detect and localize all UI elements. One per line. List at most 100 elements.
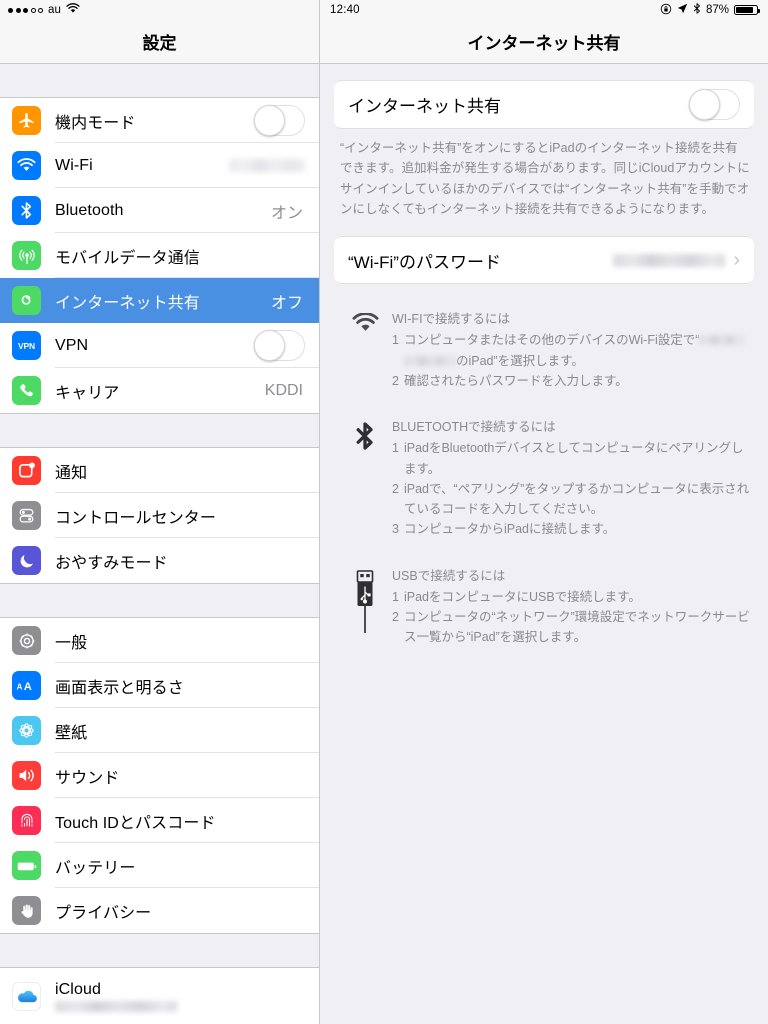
sidebar-item-sounds[interactable]: サウンド <box>0 753 319 798</box>
wifi-network-name-redacted <box>229 159 305 172</box>
sidebar-item-general[interactable]: 一般 <box>0 618 319 663</box>
sidebar-item-label: コントロールセンター <box>55 509 217 527</box>
sidebar-item-label: キャリア <box>55 384 120 402</box>
instructions-heading: USBで接続するには <box>392 568 506 583</box>
sidebar-item-bluetooth[interactable]: Bluetooth オン <box>0 188 319 233</box>
cellular-icon <box>12 241 41 270</box>
sidebar-item-icloud[interactable]: iCloud <box>0 968 319 1024</box>
notifications-icon <box>12 456 41 485</box>
internet-sharing-row[interactable]: インターネット共有 <box>334 80 754 129</box>
vpn-toggle[interactable] <box>254 330 305 361</box>
wifi-password-label: “Wi-Fi”のパスワード <box>348 252 501 272</box>
sidebar-item-notifications[interactable]: 通知 <box>0 448 319 493</box>
instruction-step: 2 コンピュータの“ネットワーク”環境設定でネットワークサービス一覧から“iPa… <box>392 607 750 648</box>
step-text: 確認されたらパスワードを入力します。 <box>403 373 628 388</box>
step-number: 2 <box>392 373 399 388</box>
step-number: 2 <box>392 481 399 496</box>
detail-pane: 12:40 87% インターネット共有 インターネット共有 “インターネット共有… <box>320 0 768 1024</box>
sound-icon <box>12 761 41 790</box>
rotation-lock-icon <box>660 3 672 18</box>
sidebar-item-label: 通知 <box>55 464 88 482</box>
step-number: 1 <box>392 333 399 348</box>
sidebar-item-touch-id-passcode[interactable]: Touch IDとパスコード <box>0 798 319 843</box>
display-brightness-icon: AA <box>12 671 41 700</box>
internet-sharing-description: “インターネット共有”をオンにするとiPadのインターネット接続を共有できます。… <box>340 141 750 216</box>
sidebar-item-wallpaper[interactable]: 壁紙 <box>0 708 319 753</box>
step-text: コンピュータの“ネットワーク”環境設定でネットワークサービス一覧から“iPad”… <box>403 610 750 645</box>
sidebar-list[interactable]: 機内モード Wi-Fi Bluetooth オン モバイルデータ通信 インターネ… <box>0 64 319 1024</box>
instructions-wifi: WI-FIで接続するには 1 コンピュータまたはその他のデバイスのWi-Fi設定… <box>334 309 754 391</box>
sidebar-item-display-brightness[interactable]: AA 画面表示と明るさ <box>0 663 319 708</box>
clock: 12:40 <box>330 4 360 16</box>
sidebar-item-label: Wi-Fi <box>55 156 93 174</box>
icloud-icon <box>12 982 41 1011</box>
wifi-icon <box>338 309 392 391</box>
sidebar-item-label: Bluetooth <box>55 201 124 219</box>
sidebar-title: 設定 <box>0 20 319 64</box>
sidebar-item-label: インターネット共有 <box>55 294 200 312</box>
touch-id-icon <box>12 806 41 835</box>
instructions-wifi-text: WI-FIで接続するには 1 コンピュータまたはその他のデバイスのWi-Fi設定… <box>392 309 750 391</box>
instructions-bluetooth-text: BLUETOOTHで接続するには 1 iPadをBluetoothデバイスとして… <box>392 417 750 540</box>
sidebar-item-label: サウンド <box>55 769 120 787</box>
detail-content: インターネット共有 “インターネット共有”をオンにするとiPadのインターネット… <box>320 64 768 1024</box>
signal-strength-icon <box>8 7 43 13</box>
internet-sharing-toggle[interactable] <box>689 89 740 120</box>
sidebar-item-cellular-data[interactable]: モバイルデータ通信 <box>0 233 319 278</box>
instruction-step: 1 iPadをコンピュータにUSBで接続します。 <box>392 587 750 607</box>
settings-sidebar: au 設定 機内モード Wi-Fi Bluetooth オン モバイルデータ通信… <box>0 0 320 1024</box>
chevron-right-icon: › <box>733 249 740 271</box>
phone-icon <box>12 376 41 405</box>
usb-cable-icon <box>338 566 392 648</box>
wifi-password-row[interactable]: “Wi-Fi”のパスワード › <box>334 236 754 284</box>
group-spacer <box>0 64 319 98</box>
instructions-bluetooth: BLUETOOTHで接続するには 1 iPadをBluetoothデバイスとして… <box>334 417 754 540</box>
gear-icon <box>12 626 41 655</box>
sidebar-item-battery[interactable]: バッテリー <box>0 843 319 888</box>
device-name-redacted-2 <box>403 355 456 366</box>
sidebar-item-label: 一般 <box>55 634 88 652</box>
step-number: 1 <box>392 441 399 456</box>
wallpaper-icon <box>12 716 41 745</box>
sidebar-item-do-not-disturb[interactable]: おやすみモード <box>0 538 319 583</box>
carrier-name: au <box>48 4 61 16</box>
sidebar-item-label: VPN <box>55 336 89 354</box>
step-number: 2 <box>392 610 399 624</box>
device-name-redacted <box>699 335 744 346</box>
bluetooth-icon <box>12 196 41 225</box>
sidebar-item-airplane-mode[interactable]: 機内モード <box>0 98 319 143</box>
sidebar-item-wifi[interactable]: Wi-Fi <box>0 143 319 188</box>
status-icons: 87% <box>660 2 760 18</box>
instructions-usb-text: USBで接続するには 1 iPadをコンピュータにUSBで接続します。 2 コン… <box>392 566 750 648</box>
bluetooth-state-value: オン <box>270 204 303 222</box>
battery-percent-label: 87% <box>705 4 729 16</box>
battery-icon <box>734 4 760 16</box>
wifi-icon <box>12 151 41 180</box>
sidebar-item-carrier[interactable]: キャリア KDDI <box>0 368 319 413</box>
sidebar-item-label: 壁紙 <box>55 724 88 742</box>
group-spacer <box>0 413 319 448</box>
airplane-mode-toggle[interactable] <box>254 105 305 136</box>
instruction-step: 3 コンピュータからiPadに接続します。 <box>392 519 750 539</box>
sidebar-item-label: 画面表示と明るさ <box>55 679 184 697</box>
bluetooth-icon <box>693 2 701 18</box>
wifi-password-value-redacted <box>613 253 726 267</box>
step-text: iPadをBluetoothデバイスとしてコンピュータにペアリングします。 <box>403 441 744 476</box>
hotspot-state-value: オフ <box>270 294 303 312</box>
step-number: 1 <box>392 589 399 604</box>
do-not-disturb-icon <box>12 546 41 575</box>
sidebar-item-label: iCloud <box>55 981 101 998</box>
ipad-settings-screen: au 設定 機内モード Wi-Fi Bluetooth オン モバイルデータ通信… <box>0 0 768 1024</box>
group-spacer <box>0 933 319 968</box>
internet-sharing-label: インターネット共有 <box>348 97 501 116</box>
detail-title: インターネット共有 <box>320 20 768 64</box>
step-text: コンピュータからiPadに接続します。 <box>403 522 616 537</box>
sidebar-item-label: バッテリー <box>55 859 136 877</box>
group-spacer <box>0 583 319 618</box>
personal-hotspot-icon <box>12 286 41 315</box>
sidebar-item-vpn[interactable]: VPN VPN <box>0 323 319 368</box>
sidebar-item-privacy[interactable]: プライバシー <box>0 888 319 933</box>
instructions-heading: BLUETOOTHで接続するには <box>392 420 556 434</box>
sidebar-item-control-center[interactable]: コントロールセンター <box>0 493 319 538</box>
sidebar-item-personal-hotspot[interactable]: インターネット共有 オフ <box>0 278 319 323</box>
